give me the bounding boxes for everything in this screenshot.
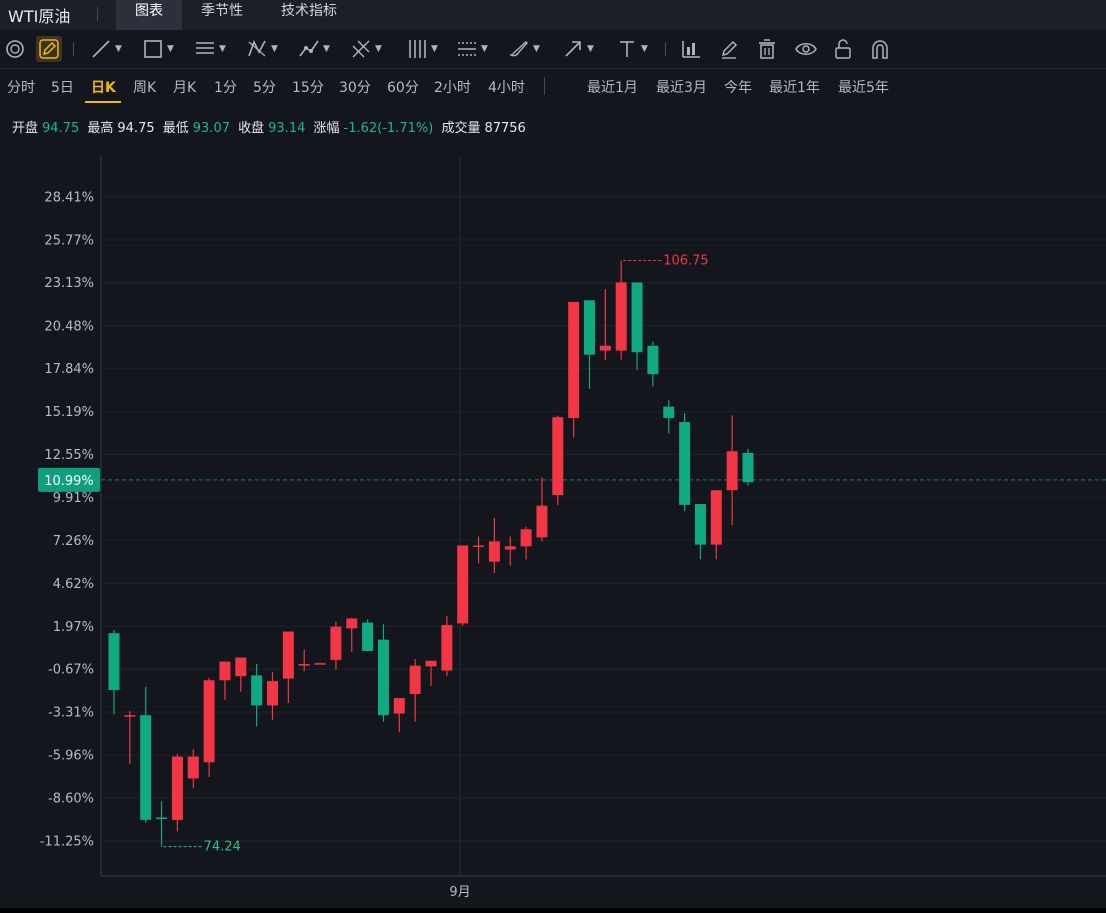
y-tick-label: -3.31% bbox=[48, 706, 94, 721]
candle-body bbox=[710, 490, 722, 545]
candle-body bbox=[568, 301, 580, 418]
candle-body bbox=[615, 282, 627, 351]
candle-body bbox=[156, 817, 168, 820]
candle-body bbox=[742, 452, 754, 483]
candle-body bbox=[298, 664, 310, 666]
candle-body bbox=[267, 681, 278, 706]
candle-body bbox=[584, 300, 595, 355]
candle-body bbox=[663, 406, 675, 418]
candle-body bbox=[504, 546, 516, 550]
candle-body bbox=[219, 661, 231, 681]
y-tick-label: 17.84% bbox=[44, 362, 94, 377]
max-marker-label: 106.75 bbox=[663, 253, 709, 268]
y-tick-label: -5.96% bbox=[48, 749, 94, 764]
y-tick-label: 23.13% bbox=[44, 276, 94, 291]
y-tick-label: 20.48% bbox=[44, 319, 94, 334]
candle-body bbox=[251, 675, 263, 706]
candle-body bbox=[679, 422, 691, 505]
candle-body bbox=[235, 657, 247, 677]
candle-body bbox=[726, 451, 738, 491]
bottom-strip bbox=[0, 908, 1106, 913]
candle-body bbox=[473, 545, 485, 547]
candle-body bbox=[647, 345, 659, 375]
candle-body bbox=[282, 631, 294, 679]
y-tick-label: 28.41% bbox=[44, 191, 94, 206]
y-tick-label: 9.91% bbox=[53, 491, 94, 506]
y-tick-label: 15.19% bbox=[44, 405, 94, 420]
candle-body bbox=[631, 282, 643, 353]
candle-body bbox=[330, 626, 342, 660]
y-tick-label: 7.26% bbox=[53, 534, 94, 549]
candle-body bbox=[171, 756, 183, 820]
x-tick-label: 9月 bbox=[449, 885, 470, 900]
candle-body bbox=[694, 504, 706, 545]
candle-body bbox=[488, 541, 500, 562]
candle-body bbox=[393, 698, 405, 714]
candle-body bbox=[599, 345, 611, 351]
candle-body bbox=[140, 715, 152, 820]
min-marker-label: 74.24 bbox=[204, 840, 241, 855]
y-tick-label: 1.97% bbox=[53, 620, 94, 635]
candle-body bbox=[536, 505, 548, 538]
y-tick-label: 25.77% bbox=[44, 233, 94, 248]
candle-body bbox=[377, 639, 389, 716]
candle-body bbox=[203, 680, 215, 763]
candle-body bbox=[409, 665, 421, 695]
candlestick-chart[interactable]: 28.41% 25.77% 23.13% 20.48% 17.84% 15.19% 12.5… bbox=[0, 0, 1106, 913]
candle-body bbox=[457, 545, 469, 624]
current-price-label: 10.99% bbox=[44, 474, 94, 489]
candle-body bbox=[346, 618, 358, 629]
y-tick-label: -11.25% bbox=[40, 835, 94, 850]
y-tick-label: -8.60% bbox=[48, 791, 94, 806]
candle-body bbox=[425, 660, 437, 667]
candle-body bbox=[314, 663, 326, 665]
candle-body bbox=[520, 529, 532, 547]
candle-body bbox=[187, 756, 199, 779]
y-tick-label: 12.55% bbox=[44, 448, 94, 463]
y-tick-label: 4.62% bbox=[53, 577, 94, 592]
y-tick-label: -0.67% bbox=[48, 663, 94, 678]
candle-body bbox=[441, 625, 453, 671]
candle-body bbox=[552, 417, 564, 496]
candle-body bbox=[124, 715, 136, 717]
candle-body bbox=[108, 633, 120, 690]
candle-body bbox=[362, 622, 374, 652]
